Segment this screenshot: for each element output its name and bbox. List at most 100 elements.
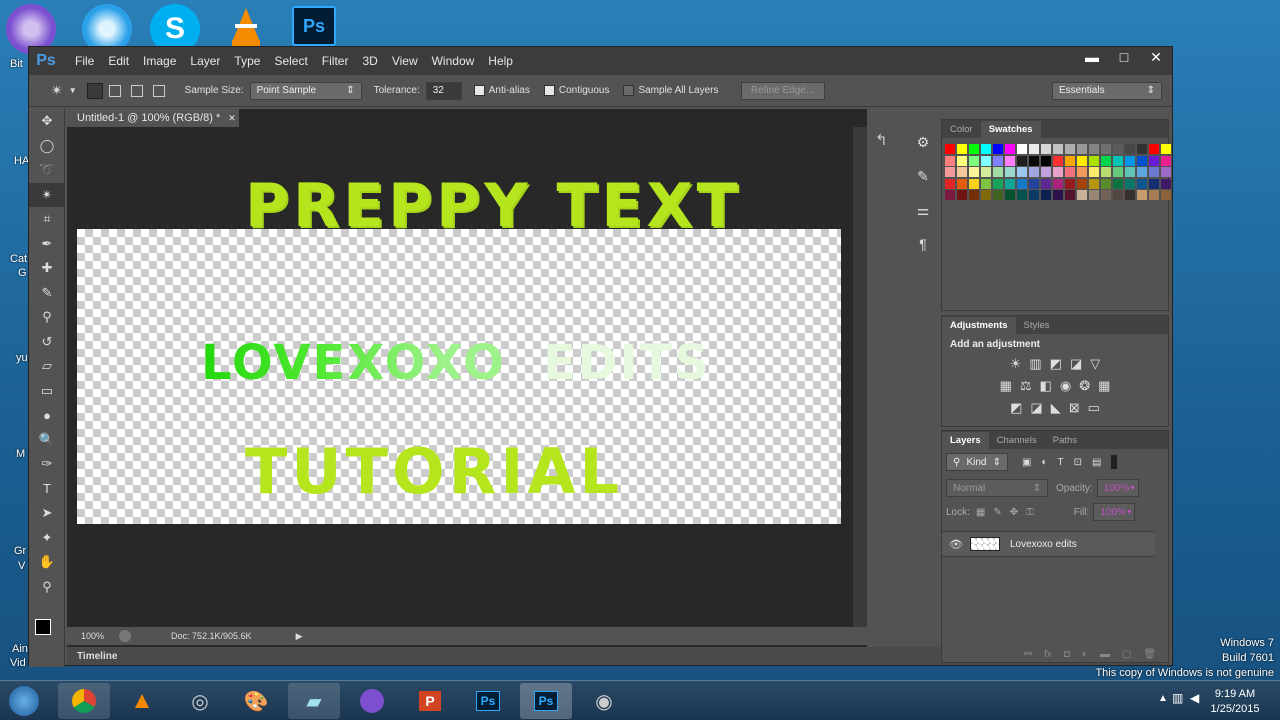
- swatch[interactable]: [1053, 190, 1063, 200]
- swatch[interactable]: [957, 155, 967, 166]
- swatch[interactable]: [1077, 155, 1087, 166]
- swatch[interactable]: [1005, 155, 1015, 166]
- swatch[interactable]: [969, 144, 979, 154]
- swatch[interactable]: [945, 178, 955, 189]
- selective-color-icon[interactable]: ⊠: [1069, 400, 1080, 416]
- eraser-tool-icon[interactable]: ▱: [29, 354, 65, 379]
- swatch[interactable]: [1017, 155, 1027, 166]
- color-balance-icon[interactable]: ⚖: [1020, 378, 1032, 394]
- swatch[interactable]: [1161, 178, 1171, 189]
- swatch[interactable]: [957, 167, 967, 177]
- path-selection-tool-icon[interactable]: ➤: [29, 501, 65, 526]
- swatch[interactable]: [1149, 178, 1159, 189]
- swatch[interactable]: [945, 144, 955, 154]
- intersect-selection-icon[interactable]: [152, 84, 165, 97]
- swatch[interactable]: [1053, 167, 1063, 177]
- swatch[interactable]: [1041, 167, 1051, 177]
- tab-channels[interactable]: Channels: [989, 432, 1045, 449]
- move-tool-icon[interactable]: ✥: [29, 109, 65, 134]
- eyedropper-tool-icon[interactable]: ✒: [29, 232, 65, 257]
- swatch[interactable]: [1137, 144, 1147, 154]
- adjustment-filter-icon[interactable]: ◐: [1041, 457, 1047, 468]
- lock-pixels-icon[interactable]: ✎: [993, 507, 1001, 518]
- taskbar-paint[interactable]: 🎨: [230, 683, 282, 719]
- zoom-level[interactable]: 100%: [81, 631, 119, 641]
- add-selection-icon[interactable]: [108, 84, 121, 97]
- marquee-tool-icon[interactable]: ◯: [29, 134, 65, 159]
- swatch[interactable]: [1029, 190, 1039, 200]
- taskbar-app-11[interactable]: ◉: [578, 683, 630, 719]
- tray-expand-icon[interactable]: ▲: [1158, 693, 1168, 704]
- swatch[interactable]: [1089, 190, 1099, 200]
- workspace-select[interactable]: Essentials ⇕: [1052, 81, 1162, 100]
- swatch[interactable]: [1005, 190, 1015, 200]
- layer-name[interactable]: Lovexoxo edits: [1010, 539, 1077, 550]
- swatch[interactable]: [1089, 144, 1099, 154]
- swatch[interactable]: [1149, 167, 1159, 177]
- status-menu-arrow-icon[interactable]: ▶: [296, 631, 303, 642]
- contiguous-checkbox[interactable]: [543, 85, 555, 96]
- chevron-down-icon[interactable]: ▼: [69, 86, 77, 95]
- fx-icon[interactable]: fx: [1044, 649, 1052, 660]
- swatch[interactable]: [957, 178, 967, 189]
- swatch[interactable]: [1149, 155, 1159, 166]
- swatch[interactable]: [1029, 178, 1039, 189]
- swatch[interactable]: [1077, 144, 1087, 154]
- refine-edge-button[interactable]: Refine Edge...: [740, 81, 825, 100]
- swatch[interactable]: [1053, 155, 1063, 166]
- pen-tool-icon[interactable]: ✑: [29, 452, 65, 477]
- color-swatches-icon[interactable]: [29, 599, 65, 635]
- filter-toggle-icon[interactable]: [1111, 455, 1118, 469]
- new-selection-icon[interactable]: [86, 82, 103, 99]
- swatch[interactable]: [1017, 178, 1027, 189]
- swatch[interactable]: [1065, 155, 1075, 166]
- swatch[interactable]: [1113, 190, 1123, 200]
- black-white-icon[interactable]: ◧: [1040, 378, 1052, 394]
- swatch[interactable]: [1065, 144, 1075, 154]
- fill-input[interactable]: 100% ▼: [1093, 503, 1136, 521]
- foreground-color-icon[interactable]: [35, 619, 51, 635]
- tab-layers[interactable]: Layers: [942, 432, 989, 449]
- swatch[interactable]: [969, 190, 979, 200]
- lock-all-icon[interactable]: ⚿: [1026, 507, 1034, 518]
- tab-adjustments[interactable]: Adjustments: [942, 317, 1016, 334]
- menu-view[interactable]: View: [392, 54, 418, 68]
- swatch[interactable]: [981, 155, 991, 166]
- swatch[interactable]: [1089, 178, 1099, 189]
- taskbar-app-6[interactable]: ▰: [288, 683, 340, 719]
- swatch[interactable]: [1089, 167, 1099, 177]
- menu-select[interactable]: Select: [274, 54, 307, 68]
- swatch[interactable]: [1053, 178, 1063, 189]
- swatch[interactable]: [1137, 167, 1147, 177]
- swatch[interactable]: [993, 155, 1003, 166]
- swatch[interactable]: [1029, 167, 1039, 177]
- swatch[interactable]: [1017, 190, 1027, 200]
- close-tab-icon[interactable]: ✕: [228, 113, 236, 124]
- swatch[interactable]: [993, 144, 1003, 154]
- swatch[interactable]: [969, 155, 979, 166]
- swatch[interactable]: [1029, 144, 1039, 154]
- zoom-tool-icon[interactable]: ⚲: [29, 575, 65, 600]
- anti-alias-checkbox[interactable]: [473, 85, 485, 96]
- curves-icon[interactable]: ◩: [1050, 356, 1062, 372]
- swatch[interactable]: [1041, 144, 1051, 154]
- magic-wand-tool-icon[interactable]: ✴: [29, 182, 65, 207]
- menu-filter[interactable]: Filter: [322, 54, 349, 68]
- swatch[interactable]: [957, 190, 967, 200]
- swatch[interactable]: [1101, 178, 1111, 189]
- swatch[interactable]: [981, 144, 991, 154]
- magic-wand-options-icon[interactable]: ✴: [51, 82, 63, 99]
- tab-paths[interactable]: Paths: [1045, 432, 1085, 449]
- tab-color[interactable]: Color: [942, 121, 981, 138]
- exposure-icon[interactable]: ◪: [1070, 356, 1082, 372]
- brush-tool-icon[interactable]: ✎: [29, 281, 65, 306]
- brush-preset-icon[interactable]: ✎: [905, 159, 941, 193]
- volume-icon[interactable]: ◀: [1190, 691, 1199, 705]
- menu-window[interactable]: Window: [432, 54, 475, 68]
- swatch[interactable]: [1065, 167, 1075, 177]
- gradient-tool-icon[interactable]: ▭: [29, 379, 65, 404]
- swatch[interactable]: [1149, 144, 1159, 154]
- swatch[interactable]: [1065, 190, 1075, 200]
- smart-object-filter-icon[interactable]: ▤: [1092, 457, 1101, 468]
- dodge-tool-icon[interactable]: 🔍: [29, 428, 65, 453]
